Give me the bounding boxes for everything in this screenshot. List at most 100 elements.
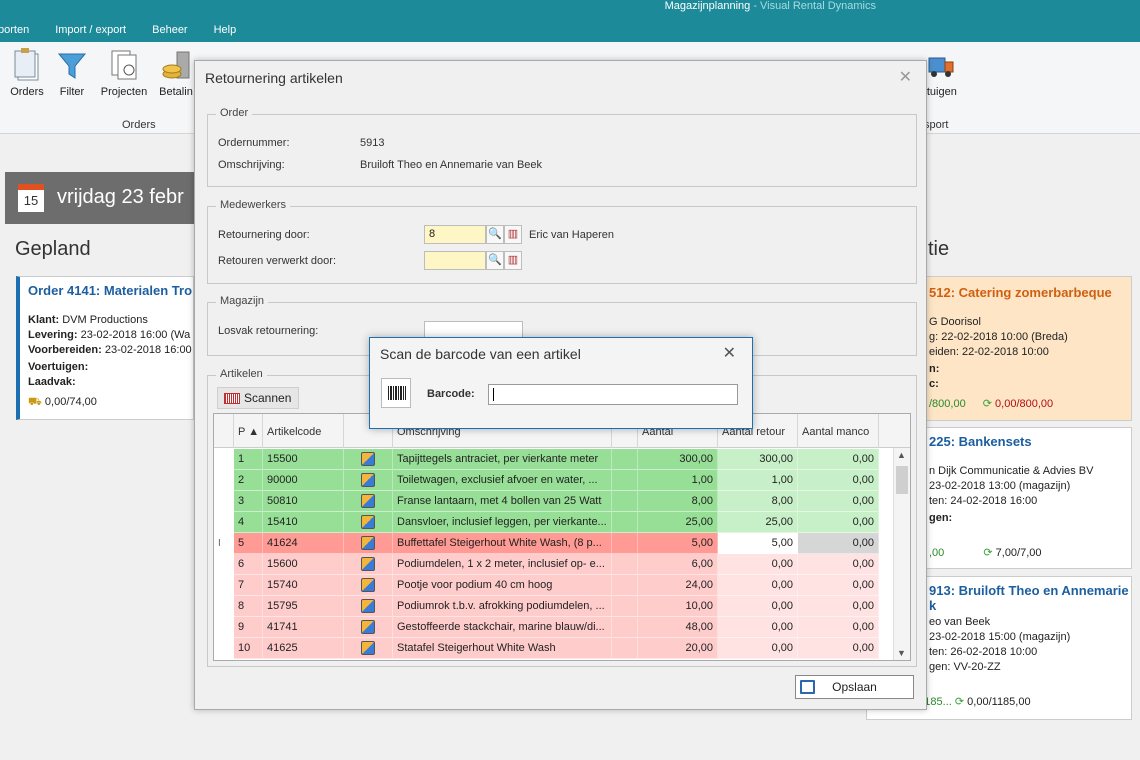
table-row[interactable]: 7 15740 Pootje voor podium 40 cm hoog 24,00… bbox=[214, 575, 894, 596]
cell-artikelcode: 41625 bbox=[263, 638, 344, 659]
verwerkt-door-input[interactable] bbox=[424, 251, 486, 270]
cell-aantal-retour[interactable]: 8,00 bbox=[718, 491, 798, 512]
menu-item-import-export[interactable]: Import / export bbox=[55, 24, 126, 42]
cell-p: 9 bbox=[234, 617, 263, 638]
package-icon bbox=[361, 641, 375, 655]
save-button[interactable]: Opslaan bbox=[795, 675, 914, 699]
ribbon-projecten-button[interactable]: Projecten bbox=[99, 48, 149, 98]
cell-p: 1 bbox=[234, 449, 263, 470]
cell-icon bbox=[344, 533, 393, 554]
cell-aantal-retour[interactable]: 0,00 bbox=[718, 554, 798, 575]
cell-p: 10 bbox=[234, 638, 263, 659]
table-row[interactable]: 8 15795 Podiumrok t.b.v. afrokking podiumd… bbox=[214, 596, 894, 617]
row-indicator: I bbox=[214, 533, 234, 554]
truck-icon bbox=[925, 48, 955, 82]
table-row[interactable]: 9 41741 Gestoffeerde stackchair, marine bl… bbox=[214, 617, 894, 638]
cell-p: 2 bbox=[234, 470, 263, 491]
order-card-4141[interactable]: Order 4141: Materialen Tro Klant: DVM Pr… bbox=[16, 276, 194, 420]
barcode-icon[interactable]: ▥ bbox=[504, 251, 522, 270]
card-amount: /800,00 ⟳ 0,00/800,00 bbox=[929, 398, 1054, 410]
menu-item-beheer[interactable]: Beheer bbox=[152, 24, 187, 42]
menu-item-rapporten[interactable]: porten bbox=[0, 24, 29, 42]
menu-bar: porten Import / export Beheer Help bbox=[0, 24, 262, 42]
ribbon-orders-button[interactable]: Orders bbox=[2, 48, 52, 98]
barcode-icon bbox=[224, 393, 240, 404]
table-row[interactable]: 1 15500 Tapijttegels antraciet, per vierka… bbox=[214, 449, 894, 470]
chevron-down-icon[interactable]: ▼ bbox=[897, 648, 906, 658]
cell-aantal-retour[interactable]: 0,00 bbox=[718, 575, 798, 596]
filter-icon bbox=[57, 48, 87, 82]
package-icon bbox=[361, 494, 375, 508]
return-icon: ⟳ bbox=[982, 398, 992, 410]
cell-icon bbox=[344, 512, 393, 533]
package-icon bbox=[361, 578, 375, 592]
cell-aantal-retour[interactable]: 0,00 bbox=[718, 638, 798, 659]
order-card-5512[interactable]: 512: Catering zomerbarbeque G Doorisol g… bbox=[926, 276, 1132, 421]
menu-item-help[interactable]: Help bbox=[214, 24, 237, 42]
order-card-4225[interactable]: 225: Bankensets n Dijk Communicatie & Ad… bbox=[926, 427, 1132, 569]
barcode-icon[interactable]: ▥ bbox=[504, 225, 522, 244]
close-icon[interactable]: ✕ bbox=[899, 67, 912, 87]
cell-artikelcode: 15600 bbox=[263, 554, 344, 575]
column-header-artikelcode[interactable]: Artikelcode bbox=[263, 414, 344, 448]
cell-omschrijving: Dansvloer, inclusief leggen, per vierkan… bbox=[393, 512, 612, 533]
table-row[interactable]: 3 50810 Franse lantaarn, met 4 bollen van … bbox=[214, 491, 894, 512]
cell-extra bbox=[612, 596, 638, 617]
search-icon[interactable]: 🔍 bbox=[486, 225, 504, 244]
grid-scrollbar[interactable]: ▲ ▼ bbox=[893, 448, 910, 660]
cell-icon bbox=[344, 491, 393, 512]
cell-aantal-retour[interactable]: 1,00 bbox=[718, 470, 798, 491]
barcode-input[interactable] bbox=[488, 384, 738, 405]
cell-aantal-retour[interactable]: 300,00 bbox=[718, 449, 798, 470]
cell-icon bbox=[344, 449, 393, 470]
table-row[interactable]: 6 15600 Podiumdelen, 1 x 2 meter, inclusie… bbox=[214, 554, 894, 575]
cell-aantal: 10,00 bbox=[638, 596, 718, 617]
scan-button[interactable]: Scannen bbox=[217, 387, 299, 409]
row-indicator bbox=[214, 596, 234, 617]
card-title: 225: Bankensets bbox=[929, 434, 1032, 449]
retour-door-input[interactable]: 8 bbox=[424, 225, 486, 244]
cell-artikelcode: 15740 bbox=[263, 575, 344, 596]
cell-artikelcode: 15795 bbox=[263, 596, 344, 617]
cell-aantal-retour[interactable]: 0,00 bbox=[718, 617, 798, 638]
cell-aantal-retour[interactable]: 5,00 bbox=[718, 533, 798, 554]
ordernummer-value: 5913 bbox=[360, 137, 385, 149]
cell-extra bbox=[612, 638, 638, 659]
omschrijving-value: Bruiloft Theo en Annemarie van Beek bbox=[360, 159, 543, 171]
cell-aantal: 48,00 bbox=[638, 617, 718, 638]
cell-aantal-manco: 0,00 bbox=[798, 470, 879, 491]
column-header-aantal-manco[interactable]: Aantal manco bbox=[798, 414, 879, 448]
losvak-label: Losvak retournering: bbox=[218, 325, 319, 337]
cell-aantal: 1,00 bbox=[638, 470, 718, 491]
package-icon bbox=[361, 599, 375, 613]
card-laadvak: Laadvak: bbox=[28, 376, 76, 388]
floppy-icon bbox=[800, 680, 815, 694]
dialog-title: Retournering artikelen bbox=[205, 70, 343, 86]
chevron-up-icon[interactable]: ▲ bbox=[897, 450, 906, 460]
package-icon bbox=[361, 515, 375, 529]
column-header-p[interactable]: P ▲ bbox=[234, 414, 263, 448]
ribbon-orders-label: Orders bbox=[10, 86, 44, 98]
card-line: ten: 26-02-2018 10:00 bbox=[929, 646, 1038, 658]
cell-aantal-retour[interactable]: 0,00 bbox=[718, 596, 798, 617]
table-row[interactable]: 4 15410 Dansvloer, inclusief leggen, per v… bbox=[214, 512, 894, 533]
table-row[interactable]: 2 90000 Toiletwagen, exclusief afvoer en w… bbox=[214, 470, 894, 491]
row-indicator bbox=[214, 449, 234, 470]
cell-extra bbox=[612, 470, 638, 491]
table-row[interactable]: 10 41625 Statafel Steigerhout White Wash 20… bbox=[214, 638, 894, 659]
cell-aantal: 20,00 bbox=[638, 638, 718, 659]
scrollbar-thumb[interactable] bbox=[896, 466, 908, 494]
orders-icon bbox=[12, 48, 42, 82]
card-line: 23-02-2018 15:00 (magazijn) bbox=[929, 631, 1071, 643]
fieldset-medewerkers: Medewerkers bbox=[207, 199, 917, 284]
table-row[interactable]: I 5 41624 Buffettafel Steigerhout White Was… bbox=[214, 533, 894, 554]
omschrijving-label: Omschrijving: bbox=[218, 159, 285, 171]
legend-medewerkers: Medewerkers bbox=[216, 199, 291, 211]
cell-aantal-manco: 0,00 bbox=[798, 512, 879, 533]
card-line: eo van Beek bbox=[929, 616, 991, 628]
close-icon[interactable]: ✕ bbox=[723, 343, 736, 363]
cell-aantal-retour[interactable]: 25,00 bbox=[718, 512, 798, 533]
search-icon[interactable]: 🔍 bbox=[486, 251, 504, 270]
ribbon-filter-button[interactable]: Filter bbox=[47, 48, 97, 98]
row-indicator bbox=[214, 554, 234, 575]
